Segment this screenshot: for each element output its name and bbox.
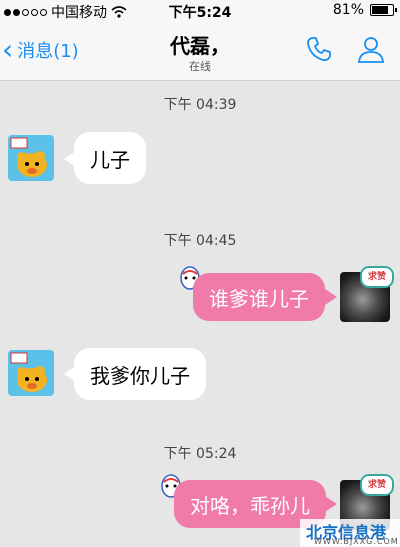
watermark: 北京信息港 WWW.BJXXG.COM	[300, 519, 400, 547]
battery-icon	[370, 4, 397, 16]
chat-header: ‹ 消息(1) 代磊， 在线	[0, 22, 400, 81]
message-timestamp: 下午 04:39	[163, 97, 237, 113]
message-timestamp: 下午 05:24	[163, 446, 237, 462]
contact-profile-icon[interactable]	[356, 34, 386, 64]
contact-name: 代磊，	[170, 34, 230, 58]
phone-icon[interactable]	[304, 34, 334, 64]
message-timestamp: 下午 04:45	[163, 233, 237, 249]
online-status: 在线	[189, 60, 211, 73]
bubble-tail	[325, 496, 337, 512]
status-right: 81%	[332, 2, 397, 18]
message-bubble-incoming[interactable]: 儿子	[74, 132, 146, 184]
bear-avatar-icon	[10, 137, 47, 177]
bubble-tail	[325, 289, 337, 305]
user-avatar[interactable]: 求赞	[340, 266, 394, 322]
contact-avatar[interactable]	[8, 350, 54, 396]
message-text: 谁爹谁儿子	[209, 286, 309, 311]
message-bubble-incoming[interactable]: 我爹你儿子	[74, 348, 206, 400]
bear-avatar-icon	[10, 352, 47, 392]
contact-avatar[interactable]	[8, 135, 54, 181]
avatar-badge: 求赞	[360, 266, 394, 288]
message-text: 儿子	[90, 147, 130, 172]
avatar-badge: 求赞	[360, 474, 394, 496]
message-bubble-outgoing[interactable]: 谁爹谁儿子	[193, 273, 325, 321]
message-text: 对咯，乖孙儿	[190, 493, 310, 518]
watermark-url: WWW.BJXXG.COM	[314, 537, 399, 546]
message-text: 我爹你儿子	[90, 363, 190, 388]
status-bar: 中国移动 下午5:24 81%	[0, 0, 400, 22]
battery-percent: 81%	[332, 2, 364, 18]
